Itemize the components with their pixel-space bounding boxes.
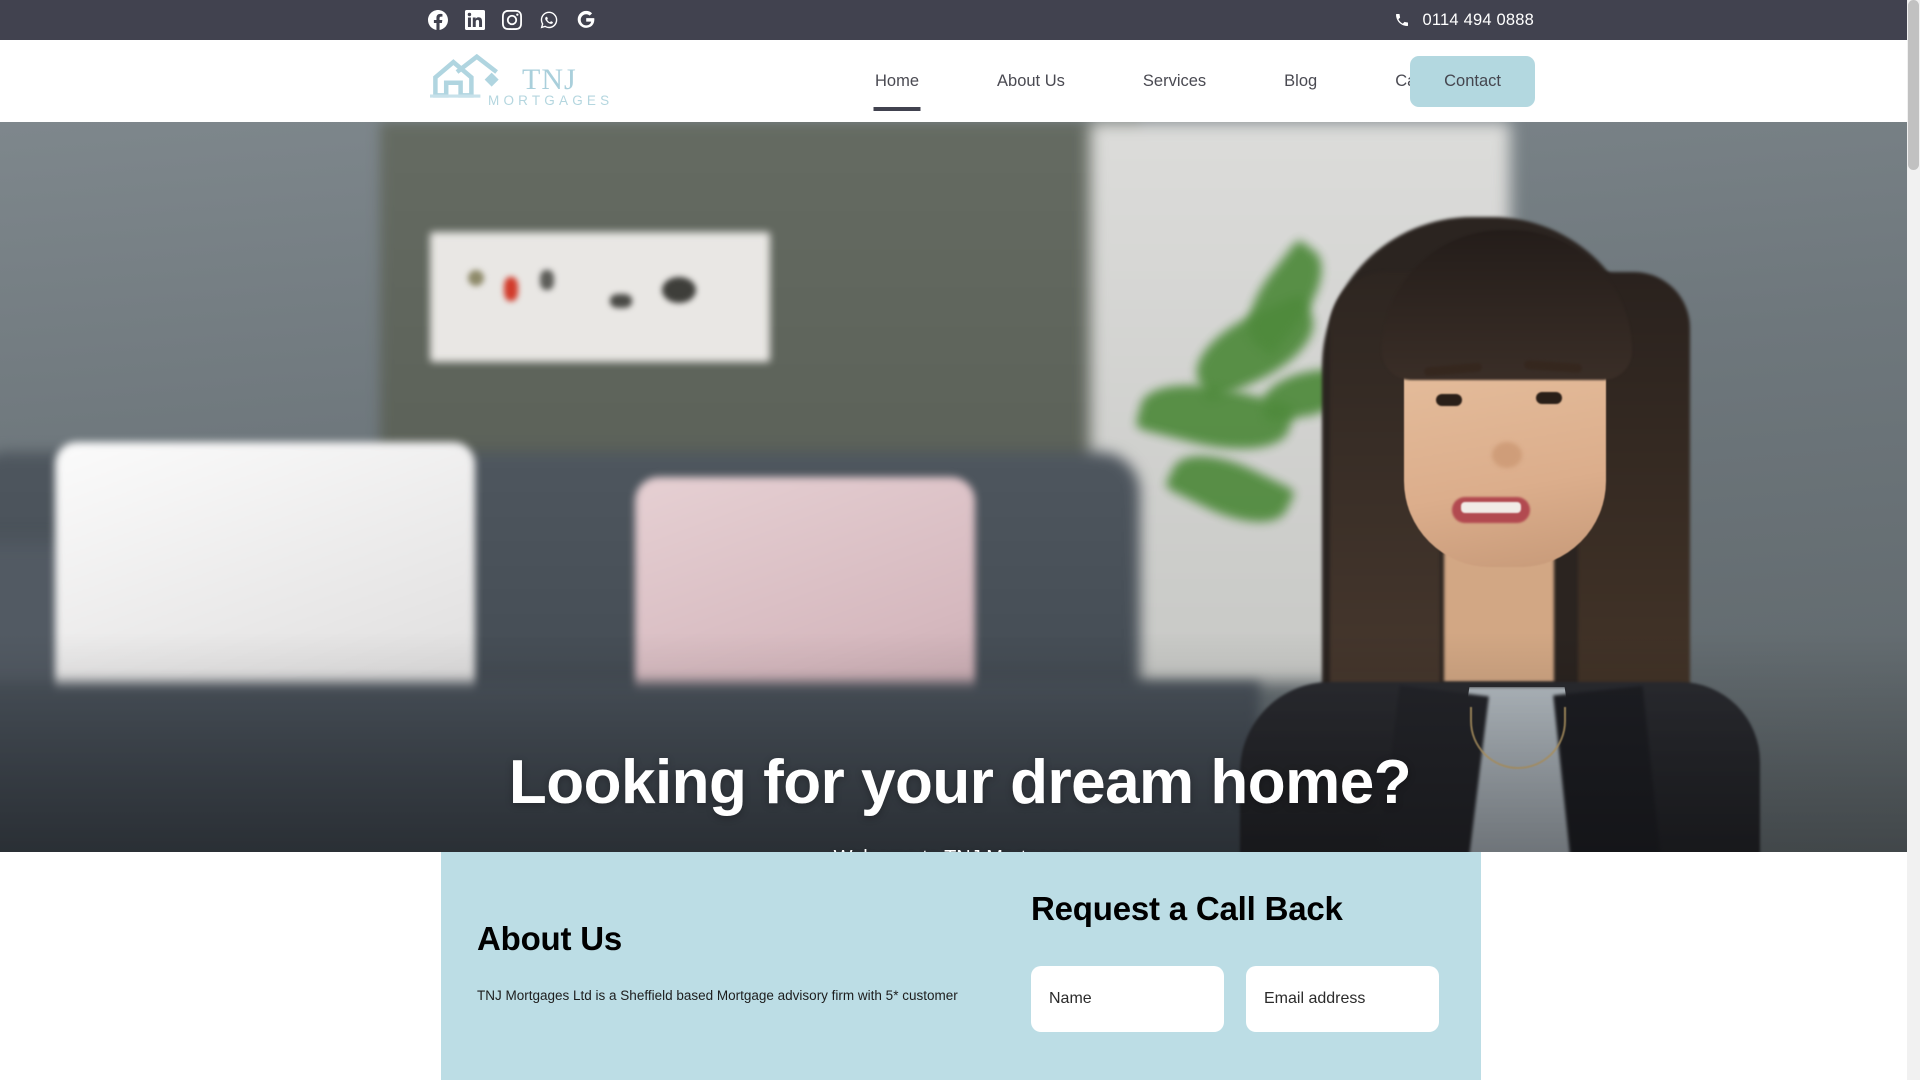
nav-item-blog[interactable]: Blog <box>1245 72 1356 91</box>
hero-section: Looking for your dream home? Welcome to … <box>0 122 1920 852</box>
scrollbar-thumb[interactable] <box>1908 0 1919 170</box>
nav-item-services[interactable]: Services <box>1104 72 1245 91</box>
site-logo[interactable]: TNJ MORTGAGES <box>430 54 613 108</box>
hero-background-photo <box>0 122 1920 852</box>
name-field[interactable] <box>1031 966 1224 1032</box>
wall-art-frame <box>430 232 770 362</box>
about-body-text: TNJ Mortgages Ltd is a Sheffield based M… <box>477 988 958 1003</box>
facebook-icon[interactable] <box>428 10 448 30</box>
callback-form-row <box>1031 966 1443 1032</box>
email-field[interactable] <box>1246 966 1439 1032</box>
nav-item-home[interactable]: Home <box>836 72 958 91</box>
social-links <box>428 10 596 30</box>
main-navigation: Home About Us Services Blog Careers <box>836 72 1493 91</box>
hero-subtitle-line1: Welcome to TNJ Mortgages, <box>0 843 1920 852</box>
whatsapp-icon[interactable] <box>539 10 559 30</box>
hero-subtitle: Welcome to TNJ Mortgages, For a friendly… <box>0 843 1920 852</box>
phone-contact[interactable]: 0114 494 0888 <box>1394 11 1535 30</box>
hero-title: Looking for your dream home? <box>508 748 1412 817</box>
logo-initials: TNJ <box>522 63 577 96</box>
site-header: TNJ MORTGAGES Home About Us Services Blo… <box>0 40 1920 122</box>
about-column: About Us TNJ Mortgages Ltd is a Sheffiel… <box>441 852 1031 1080</box>
google-icon[interactable] <box>576 10 596 30</box>
contact-button[interactable]: Contact <box>1410 55 1535 107</box>
nav-item-about-us[interactable]: About Us <box>958 72 1104 91</box>
about-heading: About Us <box>477 920 623 957</box>
top-utility-bar: 0114 494 0888 <box>0 0 1920 40</box>
about-callback-zone: About Us TNJ Mortgages Ltd is a Sheffiel… <box>0 852 1920 1080</box>
about-callback-panel: About Us TNJ Mortgages Ltd is a Sheffiel… <box>441 852 1481 1080</box>
phone-number: 0114 494 0888 <box>1422 10 1534 29</box>
page-scrollbar[interactable] <box>1907 0 1920 1080</box>
instagram-icon[interactable] <box>502 10 522 30</box>
linkedin-icon[interactable] <box>465 10 485 30</box>
hero-copy: Looking for your dream home? Welcome to … <box>0 748 1920 852</box>
callback-heading: Request a Call Back <box>1031 890 1343 927</box>
callback-column: Request a Call Back <box>1031 852 1481 1080</box>
phone-icon <box>1395 14 1408 26</box>
